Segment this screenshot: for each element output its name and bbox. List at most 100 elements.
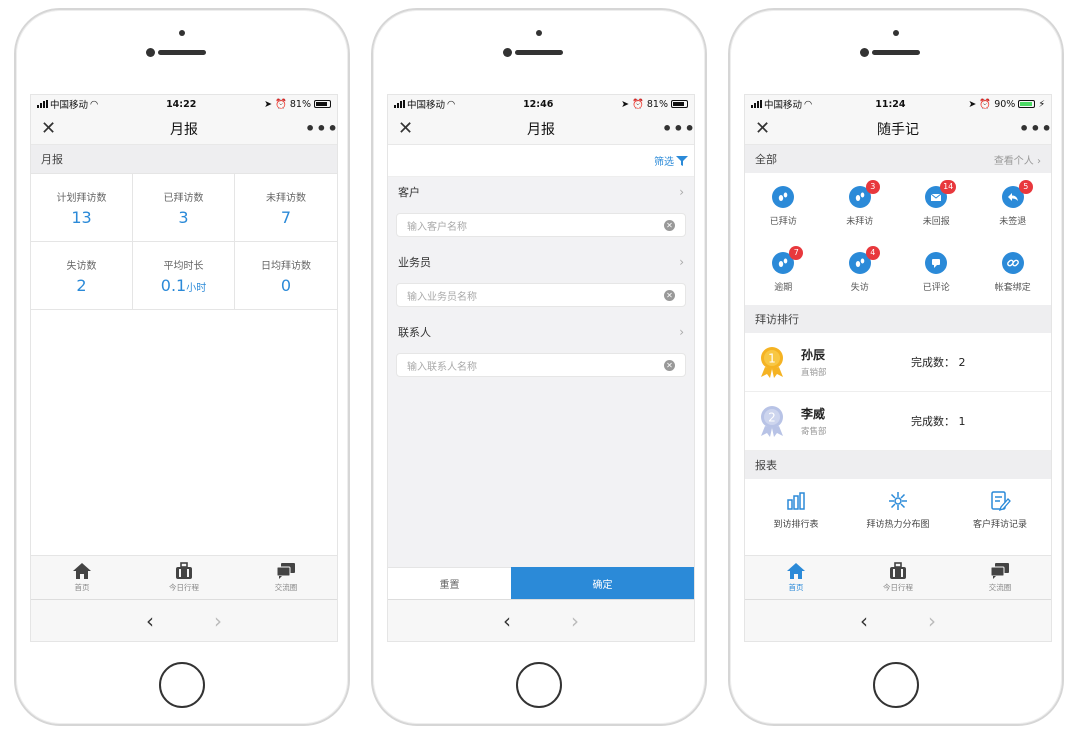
grid-label: 失访	[850, 282, 869, 293]
screen: 中国移动 ◠ 14:22 ➤ ⏰ 81% ✕ 月报 ••• 月报 计划拜访数 13…	[30, 94, 338, 642]
stat-label: 失访数	[66, 260, 97, 272]
grid-item-missed[interactable]: 4 失访	[822, 239, 899, 305]
tab-chat[interactable]: 交流圈	[949, 556, 1051, 599]
stat-daily-avg[interactable]: 日均拜访数 0	[235, 242, 337, 310]
close-icon[interactable]: ✕	[41, 118, 63, 139]
grid-item-commented[interactable]: 已评论	[898, 239, 975, 305]
silver-medal-icon: 2	[761, 406, 783, 437]
tab-label: 交流圈	[988, 583, 1012, 592]
home-button[interactable]	[873, 662, 919, 708]
report-heatmap[interactable]: 拜访热力分布图	[847, 479, 949, 541]
tab-chat[interactable]: 交流圈	[235, 556, 337, 599]
clock: 14:22	[166, 98, 197, 110]
record-edit-icon	[991, 491, 1011, 512]
stat-planned[interactable]: 计划拜访数 13	[31, 174, 133, 242]
back-arrow-icon[interactable]: ‹	[146, 609, 154, 633]
field-customer-header[interactable]: 客户 ›	[388, 177, 694, 207]
tab-bar: 首页 今日行程 交流圈	[31, 555, 337, 599]
stat-visited[interactable]: 已拜访数 3	[133, 174, 235, 242]
page-title: 月报	[527, 121, 555, 138]
stat-missed[interactable]: 失访数 2	[31, 242, 133, 310]
rank-info: 李威 寄售部	[801, 405, 911, 437]
browser-toolbar: ‹ ›	[388, 599, 694, 641]
field-customer-wrap: 输入客户名称 ✕	[388, 207, 694, 247]
stat-value: 0	[280, 275, 292, 295]
close-icon[interactable]: ✕	[398, 118, 420, 139]
confirm-button[interactable]: 确定	[511, 567, 694, 599]
more-icon[interactable]: •••	[305, 119, 337, 138]
forward-arrow-icon[interactable]: ›	[571, 609, 579, 633]
status-bar: 中国移动 ◠ 11:24 ➤ ⏰ 90% ⚡	[745, 95, 1051, 113]
grid-label: 未拜访	[846, 216, 874, 227]
tab-home[interactable]: 首页	[31, 556, 133, 599]
salesman-input[interactable]: 输入业务员名称 ✕	[396, 283, 686, 307]
field-contact-header[interactable]: 联系人 ›	[388, 317, 694, 347]
done-label: 完成数：	[911, 415, 955, 428]
customer-input[interactable]: 输入客户名称 ✕	[396, 213, 686, 237]
close-icon[interactable]: ✕	[755, 118, 777, 139]
report-visit-ranking[interactable]: 到访排行表	[745, 479, 847, 541]
report-customer-visits[interactable]: 客户拜访记录	[949, 479, 1051, 541]
grid-item-overdue[interactable]: 7 逾期	[745, 239, 822, 305]
page-title: 随手记	[877, 121, 919, 138]
stat-value: 2	[76, 275, 87, 295]
tab-today[interactable]: 今日行程	[133, 556, 235, 599]
grid-item-unreported[interactable]: 14 未回报	[898, 173, 975, 239]
reset-button[interactable]: 重置	[388, 567, 511, 599]
back-arrow-icon[interactable]: ‹	[503, 609, 511, 633]
battery-icon	[314, 100, 331, 108]
front-camera	[146, 48, 155, 57]
more-icon[interactable]: •••	[662, 119, 694, 138]
clear-icon[interactable]: ✕	[664, 219, 675, 231]
nav-bar: ✕ 月报 •••	[31, 113, 337, 145]
battery-icon	[1018, 100, 1036, 108]
rank-row[interactable]: 1 孙辰 直销部 完成数： 2	[745, 333, 1051, 392]
tab-bar: 首页 今日行程 交流圈	[745, 555, 1051, 599]
tab-home[interactable]: 首页	[745, 556, 847, 599]
alarm-icon: ⏰	[275, 98, 287, 110]
browser-toolbar: ‹ ›	[31, 599, 337, 641]
clear-icon[interactable]: ✕	[664, 359, 675, 371]
battery-icon	[671, 100, 688, 108]
home-icon	[787, 563, 805, 579]
view-personal-link[interactable]: 查看个人 ›	[994, 152, 1041, 167]
grid-label: 逾期	[774, 282, 793, 293]
section-header: 月报	[31, 145, 337, 173]
phone-frame: 中国移动 ◠ 14:22 ➤ ⏰ 81% ✕ 月报 ••• 月报 计划拜访数 13…	[14, 8, 350, 726]
grid-item-account-binding[interactable]: 帐套绑定	[975, 239, 1052, 305]
stat-unvisited[interactable]: 未拜访数 7	[235, 174, 337, 242]
tab-label: 今日行程	[883, 583, 913, 592]
funnel-icon[interactable]	[676, 155, 688, 167]
more-icon[interactable]: •••	[1019, 119, 1051, 138]
back-arrow-icon[interactable]: ‹	[860, 609, 868, 633]
status-bar: 中国移动 ◠ 12:46 ➤ ⏰ 81%	[388, 95, 694, 113]
clock: 12:46	[523, 98, 554, 110]
grid-item-unvisited[interactable]: 3 未拜访	[822, 173, 899, 239]
section-header-rank: 拜访排行	[745, 305, 1051, 333]
rank-row[interactable]: 2 李威 寄售部 完成数： 1	[745, 392, 1051, 451]
home-button[interactable]	[159, 662, 205, 708]
grid-label: 未回报	[922, 216, 950, 227]
stat-avg-duration[interactable]: 平均时长 0.1小时	[133, 242, 235, 310]
clear-icon[interactable]: ✕	[664, 289, 675, 301]
filter-button[interactable]: 筛选	[654, 153, 674, 168]
wifi-icon: ◠	[90, 98, 99, 110]
forward-arrow-icon[interactable]: ›	[214, 609, 222, 633]
section-title: 月报	[41, 153, 63, 166]
medal-rank: 1	[768, 352, 776, 366]
field-label: 业务员	[398, 256, 431, 269]
screen: 中国移动 ◠ 11:24 ➤ ⏰ 90% ⚡ ✕ 随手记 ••• 全部 查看个人…	[744, 94, 1052, 642]
forward-arrow-icon[interactable]: ›	[928, 609, 936, 633]
contact-input[interactable]: 输入联系人名称 ✕	[396, 353, 686, 377]
status-grid: 已拜访 3 未拜访 14 未回报 5 未签退 7 逾期 4 失访 已评论 帐套绑…	[745, 173, 1051, 305]
grid-item-not-signed-out[interactable]: 5 未签退	[975, 173, 1052, 239]
front-sensor	[536, 30, 542, 36]
tab-today[interactable]: 今日行程	[847, 556, 949, 599]
done-count: 1	[958, 415, 966, 428]
front-camera	[503, 48, 512, 57]
field-salesman-header[interactable]: 业务员 ›	[388, 247, 694, 277]
charging-icon: ⚡	[1038, 98, 1045, 110]
home-button[interactable]	[516, 662, 562, 708]
count-badge: 4	[865, 245, 880, 260]
grid-item-visited[interactable]: 已拜访	[745, 173, 822, 239]
